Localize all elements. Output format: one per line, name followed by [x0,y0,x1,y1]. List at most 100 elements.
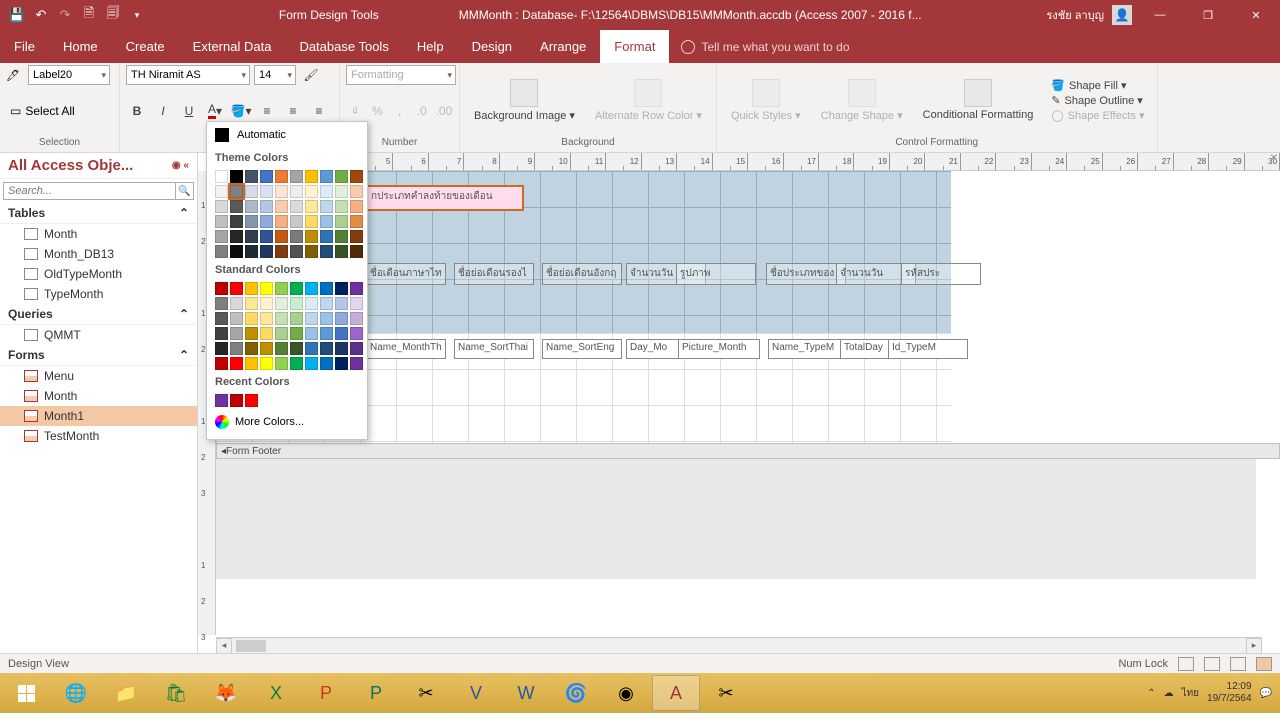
color-swatch[interactable] [305,170,318,183]
tell-me-search[interactable]: Tell me what you want to do [669,30,849,63]
color-swatch[interactable] [350,312,363,325]
color-swatch[interactable] [275,245,288,258]
nav-item-month[interactable]: Month [0,386,197,406]
align-left-button[interactable]: ≡ [256,101,278,121]
color-swatch[interactable] [230,230,243,243]
taskbar-edge[interactable]: 🌀 [552,675,600,711]
color-swatch[interactable] [260,357,273,370]
restore-button[interactable]: ❐ [1188,0,1228,30]
nav-item-month[interactable]: Month [0,224,197,244]
tray-onedrive-icon[interactable]: ☁ [1164,688,1174,699]
menu-create[interactable]: Create [112,30,179,63]
color-swatch[interactable] [335,230,348,243]
align-right-button[interactable]: ≡ [308,101,330,121]
menu-help[interactable]: Help [403,30,458,63]
close-tab-icon[interactable]: ✕ [1270,153,1278,164]
horizontal-scrollbar[interactable]: ◂ ▸ [216,637,1262,653]
header-label[interactable]: ชื่อย่อเดือนอังกฤ [542,263,622,285]
color-swatch[interactable] [215,297,228,310]
color-swatch[interactable] [275,215,288,228]
color-swatch[interactable] [245,282,258,295]
color-swatch[interactable] [260,170,273,183]
start-button[interactable] [2,675,50,711]
menu-design[interactable]: Design [458,30,526,63]
color-swatch[interactable] [350,215,363,228]
color-swatch[interactable] [230,170,243,183]
undo-icon[interactable]: ↶ [30,4,52,26]
color-swatch[interactable] [215,312,228,325]
save-icon[interactable]: 💾 [6,4,28,26]
detail-field[interactable]: Name_MonthTh [366,339,446,359]
color-swatch[interactable] [320,215,333,228]
color-swatch[interactable] [260,200,273,213]
color-swatch[interactable] [335,357,348,370]
color-swatch[interactable] [230,200,243,213]
color-swatch[interactable] [290,342,303,355]
menu-external-data[interactable]: External Data [179,30,286,63]
color-swatch[interactable] [260,312,273,325]
color-swatch[interactable] [320,170,333,183]
color-swatch[interactable] [230,215,243,228]
object-selector[interactable]: Label20 [28,65,110,85]
color-swatch[interactable] [245,357,258,370]
taskbar-excel[interactable]: X [252,675,300,711]
taskbar-access[interactable]: A [652,675,700,711]
detail-field[interactable]: Name_SortEng [542,339,622,359]
color-swatch[interactable] [335,170,348,183]
color-swatch[interactable] [335,200,348,213]
color-swatch[interactable] [290,312,303,325]
color-swatch[interactable] [230,357,243,370]
doc-icon[interactable]: 🗎 [78,4,100,26]
taskbar-snip2[interactable]: ✂ [702,675,750,711]
color-swatch[interactable] [260,215,273,228]
select-all-button[interactable]: ▭Select All [6,102,113,120]
detail-field[interactable]: Name_TypeM [768,339,848,359]
color-swatch[interactable] [260,245,273,258]
nav-section-tables[interactable]: Tables⌃ [0,203,197,224]
close-button[interactable]: ✕ [1236,0,1276,30]
bold-button[interactable]: B [126,101,148,121]
color-swatch[interactable] [245,170,258,183]
header-label[interactable]: รูปภาพ [676,263,756,285]
color-swatch[interactable] [215,170,228,183]
color-swatch[interactable] [320,297,333,310]
search-icon[interactable]: 🔍 [176,182,194,200]
color-swatch[interactable] [305,200,318,213]
color-swatch[interactable] [245,327,258,340]
color-swatch[interactable] [305,327,318,340]
tray-lang[interactable]: ไทย [1182,686,1199,701]
taskbar-visio[interactable]: V [452,675,500,711]
color-swatch[interactable] [260,282,273,295]
nav-search[interactable]: 🔍 [3,182,194,200]
color-swatch[interactable] [350,245,363,258]
shape-effects-button[interactable]: ◯Shape Effects ▾ [1051,109,1144,122]
tray-up-icon[interactable]: ⌃ [1147,688,1155,699]
color-swatch[interactable] [305,215,318,228]
color-swatch[interactable] [305,230,318,243]
tray-clock[interactable]: 12:09 19/7/2564 [1207,681,1252,705]
color-swatch[interactable] [320,357,333,370]
color-swatch[interactable] [215,215,228,228]
color-swatch[interactable] [245,342,258,355]
color-swatch[interactable] [230,185,243,198]
taskbar-store[interactable]: 🛍 [152,675,200,711]
color-swatch[interactable] [215,185,228,198]
color-swatch[interactable] [335,245,348,258]
color-swatch[interactable] [290,282,303,295]
color-swatch[interactable] [275,357,288,370]
color-swatch[interactable] [290,170,303,183]
scroll-left-icon[interactable]: ◂ [216,638,232,654]
color-swatch[interactable] [305,185,318,198]
design-view-button[interactable] [1256,657,1272,671]
color-swatch[interactable] [245,394,258,407]
color-swatch[interactable] [305,312,318,325]
color-swatch[interactable] [275,185,288,198]
header-label[interactable]: ชื่อประเภทของ [766,263,846,285]
taskbar-chrome[interactable]: ◉ [602,675,650,711]
color-swatch[interactable] [290,200,303,213]
color-swatch[interactable] [350,357,363,370]
detail-field[interactable]: Picture_Month [678,339,760,359]
color-swatch[interactable] [230,327,243,340]
form-footer-area[interactable] [216,459,1256,579]
font-color-button[interactable]: A▾ [204,101,226,121]
